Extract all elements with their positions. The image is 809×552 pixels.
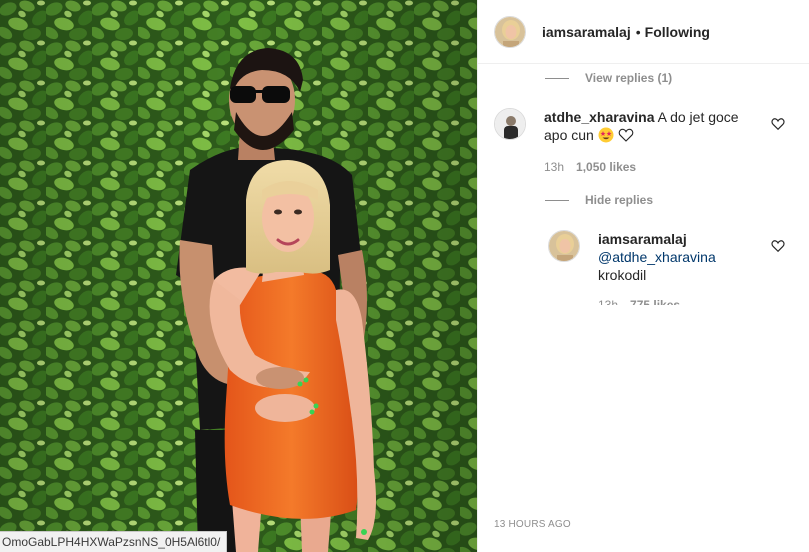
reply-mention-link[interactable]: @atdhe_xharavina [598, 249, 716, 265]
reply-body: iamsaramalaj @atdhe_xharavina krokodil 1… [598, 230, 758, 305]
hide-replies-label: Hide replies [585, 193, 654, 207]
like-comment-heart-icon[interactable] [771, 117, 785, 131]
post-side-panel: iamsaramalaj • Following View replies (1… [477, 0, 809, 552]
comment-likes[interactable]: 1,050 likes [576, 158, 636, 176]
reply-item: iamsaramalaj @atdhe_xharavina krokodil 1… [548, 230, 758, 305]
comment-meta: 13h 1,050 likes [544, 158, 744, 176]
reply-username[interactable]: iamsaramalaj [598, 231, 687, 247]
post-header: iamsaramalaj • Following [478, 0, 809, 64]
commenter-avatar[interactable] [494, 108, 526, 140]
view-replies-label: View replies (1) [585, 71, 673, 85]
comment-item: atdhe_xharavina A do jet goce apo cun 13… [494, 108, 744, 176]
reply-author-avatar[interactable] [548, 230, 580, 262]
replies-divider-line [545, 199, 569, 201]
header-separator: • [635, 23, 641, 40]
reply-meta: 13h 775 likes [598, 296, 758, 305]
author-username[interactable]: iamsaramalaj [542, 24, 631, 40]
comment-body: atdhe_xharavina A do jet goce apo cun 13… [544, 108, 744, 176]
post-timestamp[interactable]: 13 HOURS AGO [494, 519, 571, 530]
replies-divider-line [545, 77, 569, 79]
author-avatar[interactable] [494, 15, 526, 48]
view-replies-button[interactable]: View replies (1) [545, 71, 672, 85]
reply-likes[interactable]: 775 likes [630, 296, 680, 305]
star-struck-emoji [598, 127, 614, 143]
reply-text: krokodil [598, 267, 647, 283]
white-heart-emoji [618, 128, 633, 142]
hide-replies-button[interactable]: Hide replies [545, 193, 653, 207]
comments-list[interactable]: View replies (1) atdhe_xharavina A do je… [478, 65, 809, 305]
like-reply-heart-icon[interactable] [771, 239, 785, 253]
link-status-tooltip: OmoGabLPH4HXWaPzsnNS_0H5Al6tl0/ [0, 531, 228, 552]
post-image [0, 0, 477, 552]
following-button[interactable]: Following [645, 24, 710, 40]
post-photo[interactable]: OmoGabLPH4HXWaPzsnNS_0H5Al6tl0/ [0, 0, 477, 552]
comment-time[interactable]: 13h [544, 158, 564, 176]
reply-time[interactable]: 13h [598, 296, 618, 305]
comment-username[interactable]: atdhe_xharavina [544, 109, 655, 125]
